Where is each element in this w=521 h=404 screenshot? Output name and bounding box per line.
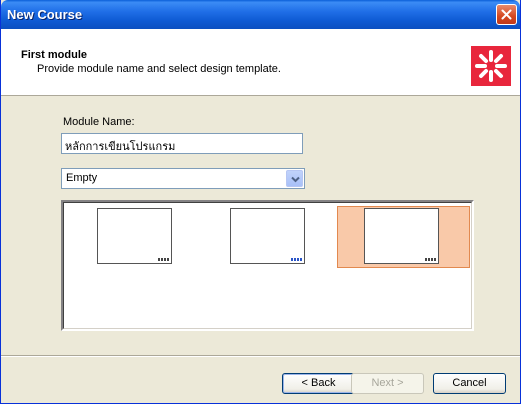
- footer-divider: [1, 355, 520, 357]
- title-bar[interactable]: New Course: [1, 0, 520, 29]
- template-blank-3[interactable]: [364, 208, 439, 264]
- window-title: New Course: [7, 7, 83, 22]
- cancel-button[interactable]: Cancel: [433, 373, 506, 394]
- template-list[interactable]: [61, 200, 474, 331]
- module-name-input[interactable]: หลักการเขียนโปรแกรม: [61, 133, 303, 154]
- next-button[interactable]: Next >: [351, 373, 424, 394]
- template-list-frame: [63, 202, 472, 329]
- module-name-label: Module Name:: [63, 116, 135, 128]
- select-dropdown-button[interactable]: [286, 170, 303, 187]
- template-select-value: Empty: [66, 172, 98, 184]
- app-logo-icon: [471, 46, 511, 86]
- wizard-header: First module Provide module name and sel…: [1, 29, 520, 96]
- close-icon: [501, 9, 512, 20]
- template-blank-2[interactable]: [230, 208, 305, 264]
- close-button[interactable]: [496, 4, 517, 25]
- template-select[interactable]: Empty: [61, 168, 305, 189]
- chevron-down-icon: [291, 176, 300, 183]
- template-marker: [291, 258, 302, 261]
- back-button[interactable]: < Back: [282, 373, 355, 394]
- template-marker: [425, 258, 436, 261]
- step-subtitle: Provide module name and select design te…: [37, 63, 281, 75]
- template-blank-1[interactable]: [97, 208, 172, 264]
- template-marker: [158, 258, 169, 261]
- step-title: First module: [21, 49, 88, 61]
- new-course-dialog: New Course First module Provide module n…: [0, 0, 521, 404]
